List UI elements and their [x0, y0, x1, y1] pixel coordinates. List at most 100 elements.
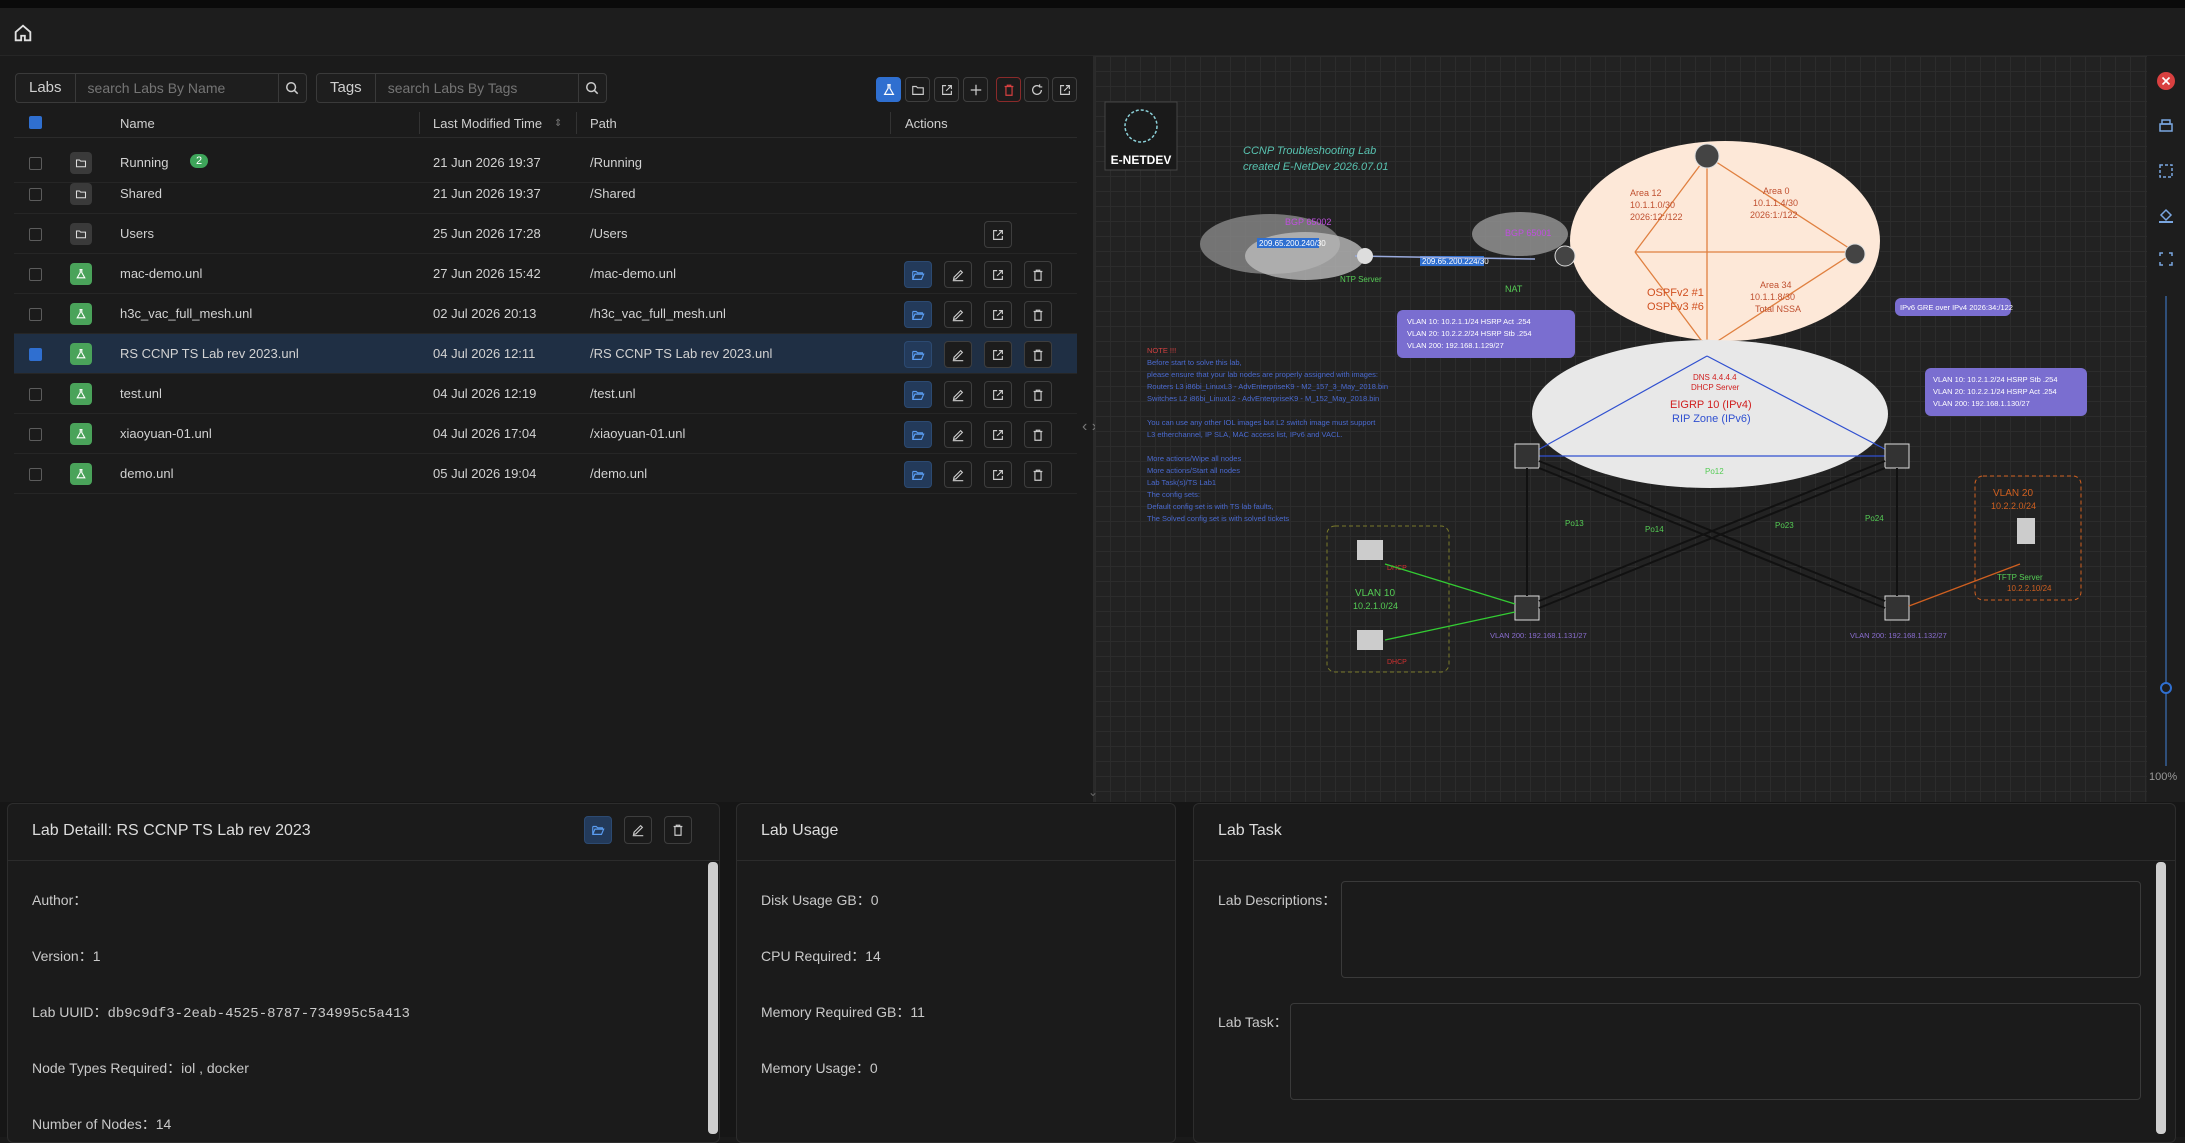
- new-lab-button[interactable]: [876, 77, 901, 102]
- delete-button[interactable]: [1024, 301, 1052, 328]
- open-button[interactable]: [904, 261, 932, 288]
- row-name[interactable]: Running: [120, 155, 168, 170]
- lab-row[interactable]: mac-demo.unl 27 Jun 2026 15:42/mac-demo.u…: [14, 254, 1077, 294]
- edit-button[interactable]: [944, 301, 972, 328]
- export-button[interactable]: [984, 461, 1012, 488]
- row-name[interactable]: test.unl: [120, 386, 162, 401]
- tags-search-input[interactable]: [375, 74, 578, 102]
- row-name[interactable]: Shared: [120, 186, 162, 201]
- row-checkbox[interactable]: [29, 157, 42, 170]
- folder-row[interactable]: Users 25 Jun 2026 17:28/Users: [14, 214, 1077, 254]
- folder-row[interactable]: Shared 21 Jun 2026 19:37/Shared: [14, 174, 1077, 214]
- tftp-link: [1908, 563, 2021, 607]
- edit-button[interactable]: [944, 381, 972, 408]
- print-icon[interactable]: [2157, 118, 2175, 136]
- open-icon: [911, 308, 925, 322]
- export-button[interactable]: [984, 221, 1012, 248]
- mem-req-value: 11: [910, 1004, 925, 1020]
- open-button[interactable]: [904, 341, 932, 368]
- lab-row[interactable]: RS CCNP TS Lab rev 2023.unl 04 Jul 2026 1…: [14, 334, 1077, 374]
- row-checkbox[interactable]: [29, 308, 42, 321]
- row-name[interactable]: h3c_vac_full_mesh.unl: [120, 306, 252, 321]
- row-checkbox[interactable]: [29, 268, 42, 281]
- column-modified[interactable]: Last Modified Time: [433, 116, 542, 131]
- row-path: /mac-demo.unl: [590, 266, 676, 281]
- edit-lab-button[interactable]: [624, 816, 652, 844]
- fill-icon[interactable]: [2157, 206, 2175, 224]
- refresh-button[interactable]: [1024, 77, 1049, 102]
- open-button[interactable]: [904, 421, 932, 448]
- sort-icon[interactable]: ⇕: [554, 118, 562, 129]
- select-icon[interactable]: [2157, 162, 2175, 180]
- row-name[interactable]: Users: [120, 226, 154, 241]
- screenshot-icon[interactable]: [2157, 250, 2175, 268]
- export-button[interactable]: [984, 381, 1012, 408]
- topology-canvas[interactable]: E-NETDEV CCNP Troubleshooting Lab create…: [1095, 56, 2147, 802]
- note-line: Routers L3 i86bi_LinuxL3 - AdvEnterprise…: [1147, 382, 1388, 391]
- lab-row[interactable]: h3c_vac_full_mesh.unl 02 Jul 2026 20:13/h…: [14, 294, 1077, 334]
- open-button[interactable]: [904, 301, 932, 328]
- export-button[interactable]: [984, 301, 1012, 328]
- row-name[interactable]: RS CCNP TS Lab rev 2023.unl: [120, 346, 299, 361]
- delete-button[interactable]: [1024, 381, 1052, 408]
- labs-search-input[interactable]: [75, 74, 278, 102]
- column-path[interactable]: Path: [590, 116, 617, 131]
- export-button[interactable]: [984, 261, 1012, 288]
- zoom-slider-track[interactable]: [2165, 296, 2167, 766]
- tags-search-button[interactable]: [577, 74, 606, 102]
- vlan10-label-1: VLAN 10: [1355, 588, 1395, 599]
- table-header: Name Last Modified Time ⇕ Path Actions: [14, 110, 1077, 138]
- export-button[interactable]: [984, 341, 1012, 368]
- delete-button[interactable]: [1024, 341, 1052, 368]
- import-button[interactable]: [934, 77, 959, 102]
- lab-row[interactable]: demo.unl 05 Jul 2026 19:04/demo.unl: [14, 454, 1077, 494]
- select-all-checkbox[interactable]: [29, 116, 42, 129]
- delete-button[interactable]: [1024, 461, 1052, 488]
- edit-button[interactable]: [944, 261, 972, 288]
- row-path: /RS CCNP TS Lab rev 2023.unl: [590, 346, 773, 361]
- lab-task-textarea[interactable]: [1290, 1003, 2141, 1100]
- lab-row[interactable]: xiaoyuan-01.unl 04 Jul 2026 17:04/xiaoyua…: [14, 414, 1077, 454]
- open-lab-button[interactable]: [584, 816, 612, 844]
- resize-handle-icon[interactable]: ⌄: [1088, 785, 1098, 799]
- row-checkbox[interactable]: [29, 188, 42, 201]
- labs-search-button[interactable]: [277, 74, 306, 102]
- close-icon[interactable]: [2157, 72, 2175, 90]
- detail-scrollbar[interactable]: [708, 862, 718, 1134]
- move-button[interactable]: [963, 77, 988, 102]
- export-icon: [991, 228, 1005, 242]
- disk-row: Disk Usage GB：0: [761, 890, 879, 910]
- delete-lab-button[interactable]: [664, 816, 692, 844]
- home-icon[interactable]: [12, 22, 34, 44]
- row-name[interactable]: mac-demo.unl: [120, 266, 202, 281]
- task-scrollbar[interactable]: [2156, 862, 2166, 1134]
- export-button[interactable]: [984, 421, 1012, 448]
- row-checkbox[interactable]: [29, 468, 42, 481]
- row-checkbox[interactable]: [29, 428, 42, 441]
- edit-button[interactable]: [944, 461, 972, 488]
- delete-icon: [1031, 348, 1045, 362]
- top-bar: [0, 8, 2185, 56]
- open-button[interactable]: [904, 381, 932, 408]
- edit-icon: [632, 824, 644, 837]
- delete-button[interactable]: [1024, 421, 1052, 448]
- delete-button[interactable]: [1024, 261, 1052, 288]
- new-folder-button[interactable]: [905, 77, 930, 102]
- row-checkbox[interactable]: [29, 348, 42, 361]
- topology-diagram[interactable]: E-NETDEV CCNP Troubleshooting Lab create…: [1095, 56, 2147, 802]
- row-checkbox[interactable]: [29, 228, 42, 241]
- lab-row[interactable]: test.unl 04 Jul 2026 12:19/test.unl: [14, 374, 1077, 414]
- row-name[interactable]: xiaoyuan-01.unl: [120, 426, 212, 441]
- edit-button[interactable]: [944, 421, 972, 448]
- delete-selected-button[interactable]: [996, 77, 1021, 102]
- row-checkbox[interactable]: [29, 388, 42, 401]
- row-name[interactable]: demo.unl: [120, 466, 173, 481]
- link-a: 209.65.200.240/30: [1259, 239, 1326, 248]
- lab-descriptions-textarea[interactable]: [1341, 881, 2141, 978]
- column-name[interactable]: Name: [120, 116, 155, 131]
- edit-button[interactable]: [944, 341, 972, 368]
- area0-3: 2026:1:/122: [1750, 210, 1798, 220]
- zoom-slider-handle[interactable]: [2160, 682, 2172, 694]
- open-button[interactable]: [904, 461, 932, 488]
- export-button[interactable]: [1052, 77, 1077, 102]
